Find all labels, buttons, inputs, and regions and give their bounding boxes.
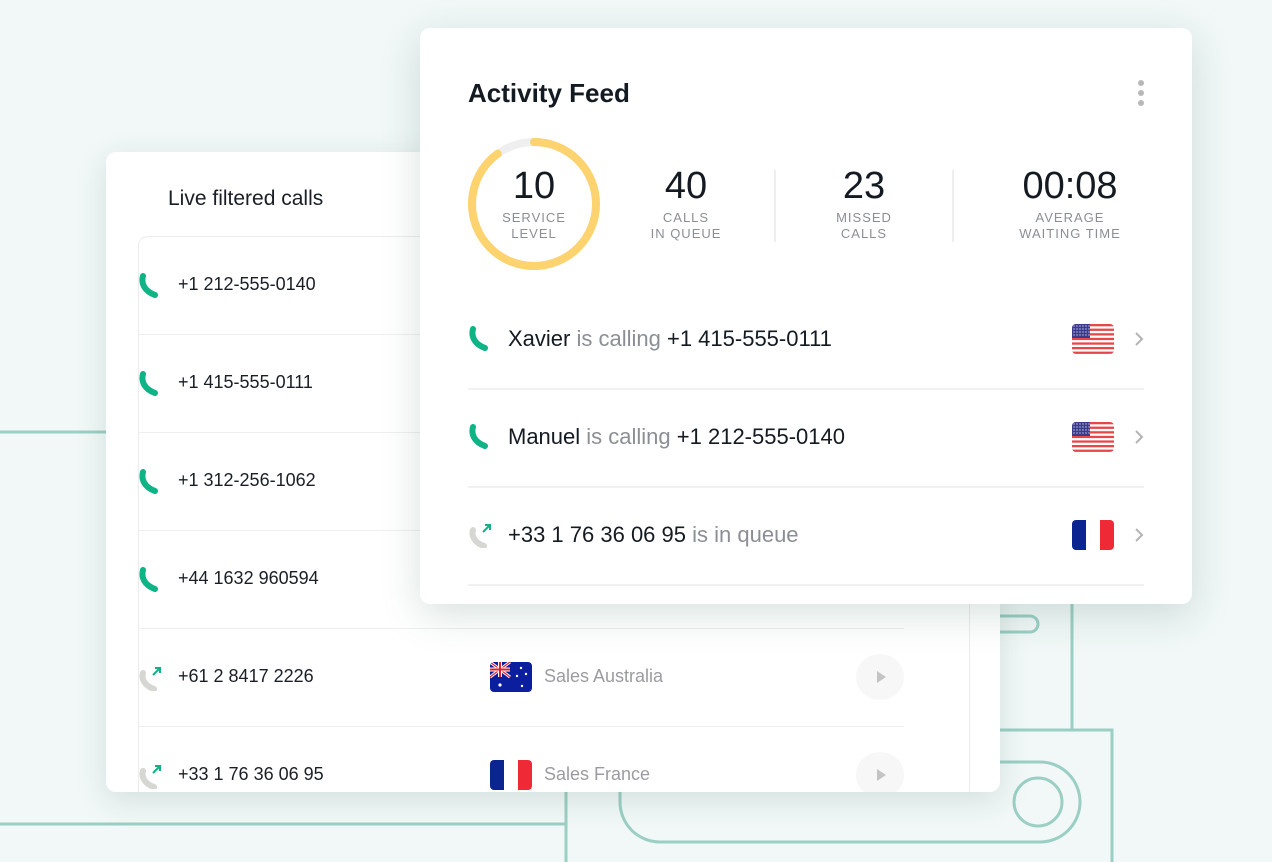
- chevron-right-icon[interactable]: [1132, 330, 1146, 348]
- call-number: +1 312-256-1062: [178, 470, 316, 490]
- call-number: +61 2 8417 2226: [178, 666, 314, 686]
- caller-name: Manuel: [508, 424, 581, 449]
- phone-icon: [139, 567, 158, 592]
- stat-missed-calls: 23 MISSED CALLS: [804, 164, 924, 242]
- call-status-icon: [138, 763, 164, 790]
- play-button[interactable]: [856, 654, 904, 700]
- caller-number: +1 415-555-0111: [666, 326, 832, 351]
- caller-number: +33 1 76 36 06 95: [508, 522, 686, 547]
- stat-label: MISSED CALLS: [836, 210, 892, 241]
- flag-france-icon: [1072, 520, 1114, 550]
- call-status-icon: [138, 567, 164, 593]
- stat-value: 40: [664, 165, 708, 207]
- outgoing-call-icon: [469, 524, 491, 549]
- activity-text: Manuel is calling +1 212-555-0140: [508, 424, 845, 450]
- flag-france-icon: [490, 760, 532, 790]
- stat-value: 23: [842, 165, 886, 207]
- flag-usa-icon: [1072, 422, 1114, 452]
- caller-number: +1 212-555-0140: [676, 424, 845, 449]
- call-status-icon: [468, 326, 494, 352]
- live-calls-title: Live filtered calls: [168, 187, 324, 210]
- call-status-icon: [468, 424, 494, 450]
- country-flag: [1072, 324, 1114, 354]
- outgoing-call-icon: [139, 667, 161, 692]
- call-status-icon: [138, 273, 164, 299]
- country-flag: [490, 662, 532, 692]
- call-row[interactable]: +61 2 8417 2226 Sales Australia: [138, 628, 904, 727]
- activity-verb: is in queue: [692, 522, 799, 547]
- outgoing-call-icon: [139, 765, 161, 790]
- call-team: Sales France: [544, 764, 651, 784]
- activity-feed-card: Activity Feed 10 SERVICE LEVEL 40 CALLS IN…: [420, 28, 1192, 604]
- country-flag: [1072, 520, 1114, 550]
- phone-icon: [469, 326, 488, 351]
- stat-label: SERVICE LEVEL: [502, 210, 566, 241]
- activity-text: +33 1 76 36 06 95 is in queue: [508, 522, 799, 548]
- activity-verb: is calling: [586, 424, 671, 449]
- phone-icon: [139, 273, 158, 298]
- stat-label: AVERAGE WAITING TIME: [1019, 210, 1121, 241]
- stat-calls-in-queue: 40 CALLS IN QUEUE: [626, 164, 746, 242]
- divider: [774, 170, 776, 242]
- call-status-icon: [468, 522, 494, 549]
- call-status-icon: [138, 469, 164, 495]
- call-number: +33 1 76 36 06 95: [178, 764, 324, 784]
- stat-label: CALLS IN QUEUE: [650, 210, 722, 241]
- activity-verb: is calling: [576, 326, 661, 351]
- chevron-right-icon[interactable]: [1132, 526, 1146, 544]
- call-number: +1 212-555-0140: [178, 274, 316, 294]
- play-button[interactable]: [856, 752, 904, 792]
- country-flag: [1072, 422, 1114, 452]
- activity-item[interactable]: Xavier is calling +1 415-555-0111: [468, 290, 1144, 390]
- call-status-icon: [138, 371, 164, 397]
- activity-feed-title: Activity Feed: [468, 78, 630, 108]
- activity-item[interactable]: +33 1 76 36 06 95 is in queue: [468, 486, 1144, 586]
- kebab-menu-icon[interactable]: [1132, 80, 1150, 110]
- call-row[interactable]: +33 1 76 36 06 95 Sales France: [138, 726, 904, 792]
- stat-value: 00:08: [1022, 165, 1118, 207]
- stat-average-waiting-time: 00:08 AVERAGE WAITING TIME: [990, 164, 1150, 242]
- activity-text: Xavier is calling +1 415-555-0111: [508, 326, 832, 352]
- activity-item[interactable]: Manuel is calling +1 212-555-0140: [468, 388, 1144, 488]
- flag-usa-icon: [1072, 324, 1114, 354]
- stat-value: 10: [512, 165, 556, 207]
- call-number: +44 1632 960594: [178, 568, 319, 588]
- call-status-icon: [138, 665, 164, 692]
- stat-service-level: 10 SERVICE LEVEL: [464, 164, 604, 242]
- flag-australia-icon: [490, 662, 532, 692]
- country-flag: [490, 760, 532, 790]
- chevron-right-icon[interactable]: [1132, 428, 1146, 446]
- divider: [952, 170, 954, 242]
- call-team: Sales Australia: [544, 666, 664, 686]
- phone-icon: [139, 371, 158, 396]
- caller-name: Xavier: [508, 326, 571, 351]
- phone-icon: [469, 424, 488, 449]
- call-number: +1 415-555-0111: [178, 372, 313, 392]
- phone-icon: [139, 469, 158, 494]
